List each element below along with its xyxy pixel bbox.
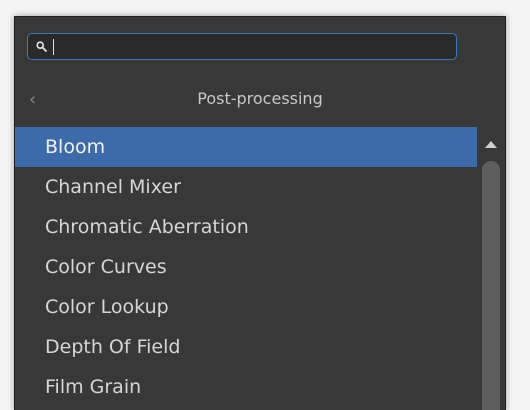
page: ‹ Post-processing Bloom Channel Mixer Ch… xyxy=(0,0,530,410)
vertical-scrollbar[interactable] xyxy=(477,129,505,410)
scroll-thumb[interactable] xyxy=(482,161,500,410)
category-title: Post-processing xyxy=(197,89,323,108)
text-caret xyxy=(53,39,54,55)
category-header: ‹ Post-processing xyxy=(15,79,505,121)
list-item[interactable]: Channel Mixer xyxy=(15,167,477,207)
add-component-popup: ‹ Post-processing Bloom Channel Mixer Ch… xyxy=(14,16,506,410)
search-icon xyxy=(36,41,47,52)
list-item[interactable]: Color Lookup xyxy=(15,287,477,327)
list-item[interactable]: Film Grain xyxy=(15,367,477,407)
list-item[interactable]: Color Curves xyxy=(15,247,477,287)
list-item[interactable]: Depth Of Field xyxy=(15,327,477,367)
scroll-up-arrow-icon[interactable] xyxy=(485,141,497,148)
search-field[interactable] xyxy=(27,33,457,60)
list-item[interactable]: Bloom xyxy=(15,127,477,167)
component-list: Bloom Channel Mixer Chromatic Aberration… xyxy=(15,127,477,410)
search-input[interactable] xyxy=(54,36,449,57)
list-item[interactable]: Chromatic Aberration xyxy=(15,207,477,247)
search-row xyxy=(27,33,457,60)
